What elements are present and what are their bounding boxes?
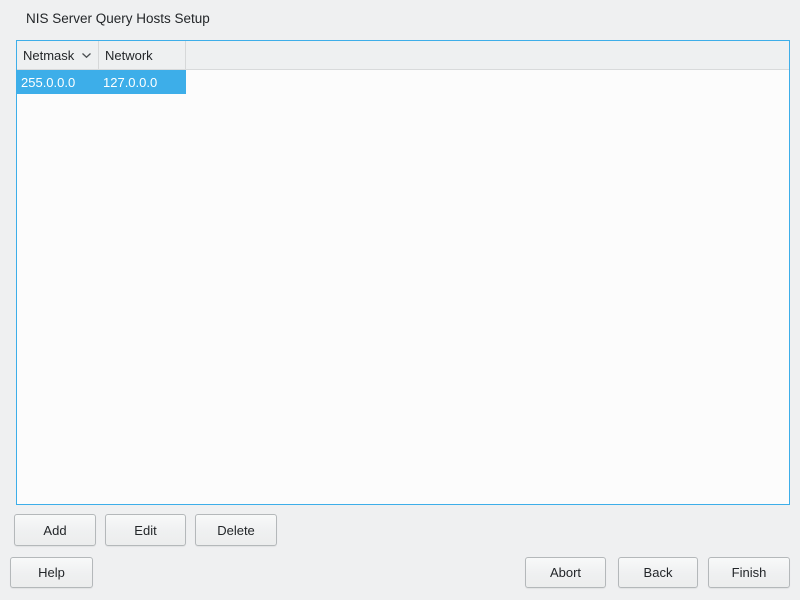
delete-button[interactable]: Delete xyxy=(195,514,277,546)
column-header-netmask[interactable]: Netmask xyxy=(17,41,99,69)
cell-netmask: 255.0.0.0 xyxy=(21,74,76,90)
table-row[interactable]: 255.0.0.0 127.0.0.0 xyxy=(17,70,186,94)
table-body[interactable]: 255.0.0.0 127.0.0.0 xyxy=(17,70,789,94)
edit-button[interactable]: Edit xyxy=(105,514,186,546)
column-header-netmask-label: Netmask xyxy=(23,47,75,63)
page-title: NIS Server Query Hosts Setup xyxy=(26,11,210,26)
wizard-dialog: NIS Server Query Hosts Setup Netmask Net… xyxy=(0,0,800,600)
column-header-network[interactable]: Network xyxy=(99,41,186,69)
back-button[interactable]: Back xyxy=(618,557,698,588)
hosts-table[interactable]: Netmask Network 255.0.0.0 127.0.0.0 xyxy=(16,40,790,505)
add-button[interactable]: Add xyxy=(14,514,96,546)
help-button[interactable]: Help xyxy=(10,557,93,588)
column-header-filler xyxy=(186,41,789,69)
abort-button[interactable]: Abort xyxy=(525,557,606,588)
table-header: Netmask Network xyxy=(17,41,789,70)
finish-button[interactable]: Finish xyxy=(708,557,790,588)
column-header-network-label: Network xyxy=(105,47,153,63)
chevron-down-icon xyxy=(81,52,92,59)
cell-network: 127.0.0.0 xyxy=(103,74,158,90)
